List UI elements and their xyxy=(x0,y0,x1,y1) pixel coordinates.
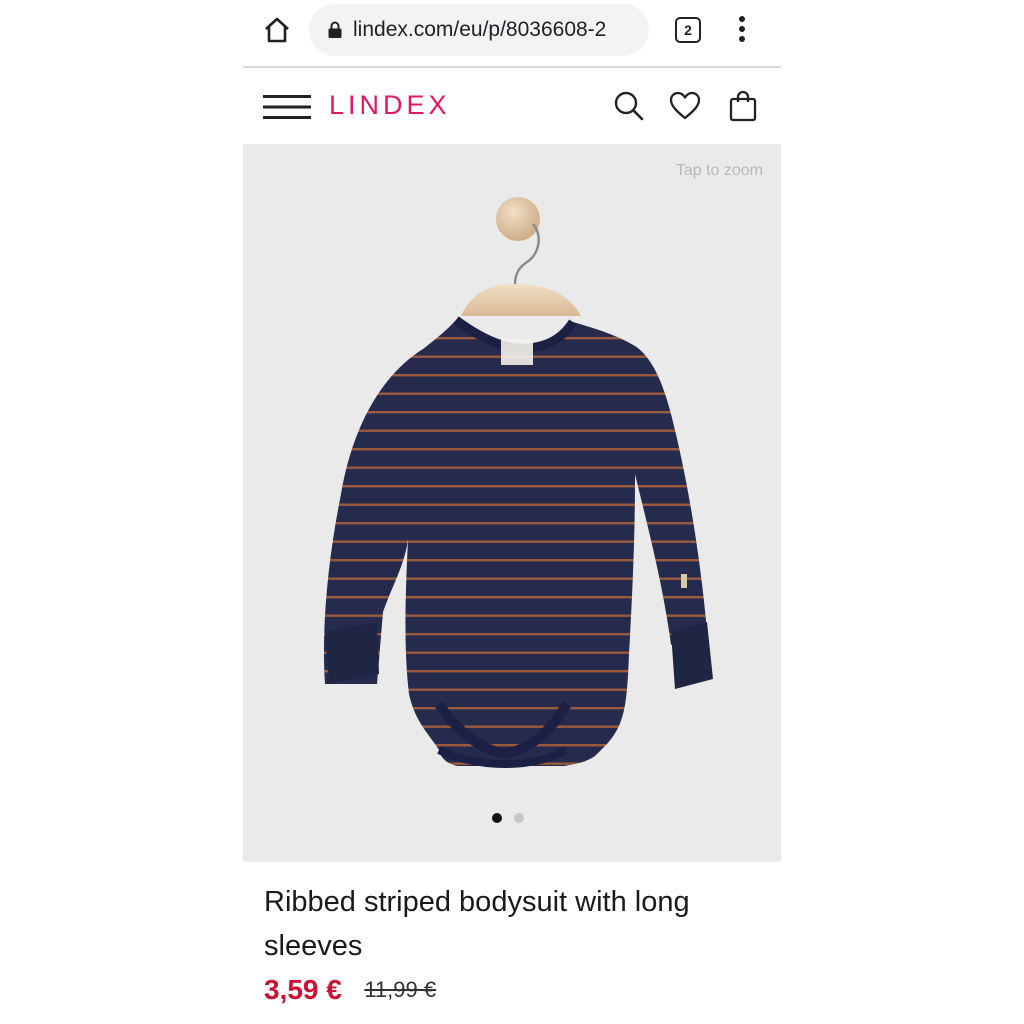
bodysuit-illustration xyxy=(323,197,713,769)
shopping-bag-icon[interactable] xyxy=(727,90,759,122)
browser-toolbar: lindex.com/eu/p/8036608-2 2 xyxy=(243,0,781,62)
image-carousel-dots xyxy=(492,810,536,823)
heart-icon[interactable] xyxy=(669,90,701,122)
product-title: Ribbed striped bodysuit with long sleeve… xyxy=(264,886,690,962)
lock-icon xyxy=(328,21,342,38)
url-text: lindex.com/eu/p/8036608-2 xyxy=(353,18,607,41)
site-header: LINDEX xyxy=(243,68,781,144)
price-row: 3,59 € 11,99 € xyxy=(264,974,436,1014)
address-bar[interactable]: lindex.com/eu/p/8036608-2 xyxy=(309,4,649,56)
sale-price: 3,59 € xyxy=(264,974,342,1005)
carousel-dot[interactable] xyxy=(514,813,524,823)
carousel-dot-active[interactable] xyxy=(492,813,502,823)
menu-icon[interactable] xyxy=(263,94,311,120)
lindex-logo[interactable]: LINDEX xyxy=(329,90,451,121)
original-price: 11,99 € xyxy=(364,977,437,1002)
home-icon[interactable] xyxy=(261,14,293,46)
product-image[interactable]: Tap to zoom xyxy=(243,144,781,862)
phone-screen: lindex.com/eu/p/8036608-2 2 LINDEX Tap t… xyxy=(243,0,781,1024)
tab-switcher-button[interactable]: 2 xyxy=(675,17,701,43)
more-options-icon[interactable] xyxy=(735,14,749,44)
search-icon[interactable] xyxy=(613,90,645,122)
